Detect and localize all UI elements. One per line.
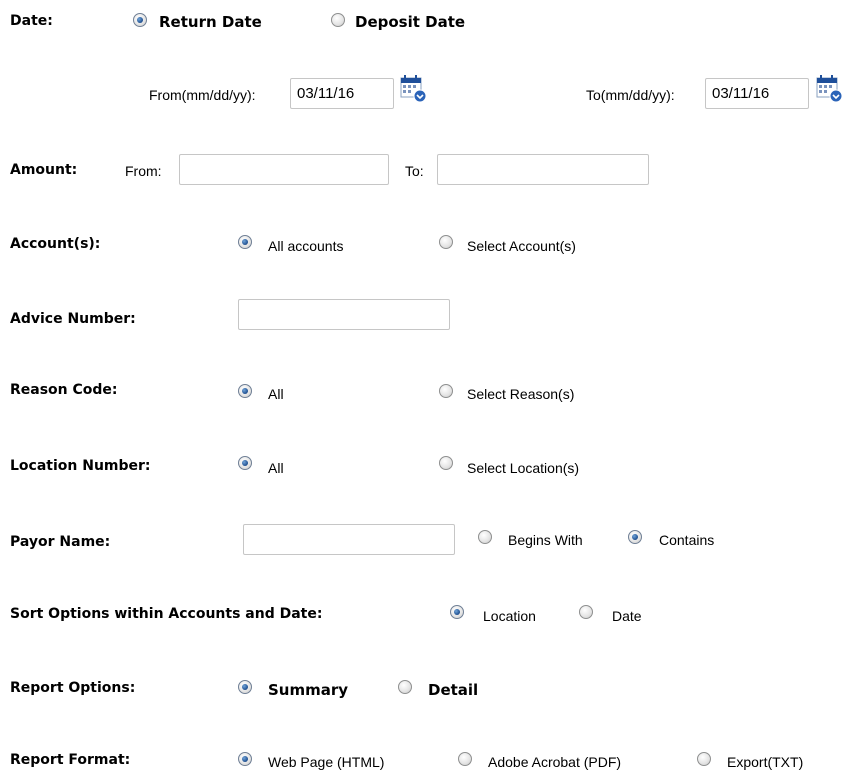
amount-from-label: From: — [125, 163, 162, 179]
contains-option-label[interactable]: Contains — [659, 531, 714, 549]
summary-option-label[interactable]: Summary — [268, 681, 348, 699]
select-accounts-radio[interactable] — [439, 235, 453, 249]
begins-with-option-label[interactable]: Begins With — [508, 531, 583, 549]
export-txt-option-label[interactable]: Export(TXT) — [727, 753, 803, 771]
report-options-label: Report Options: — [10, 680, 136, 696]
export-txt-radio[interactable] — [697, 752, 711, 766]
accounts-label: Account(s): — [10, 236, 101, 252]
sort-options-label: Sort Options within Accounts and Date: — [10, 606, 323, 622]
reason-all-option-label[interactable]: All — [268, 385, 284, 403]
adobe-pdf-radio[interactable] — [458, 752, 472, 766]
select-accounts-option-label[interactable]: Select Account(s) — [467, 237, 576, 255]
amount-to-label: To: — [405, 163, 424, 179]
location-number-label: Location Number: — [10, 458, 151, 474]
amount-from-input[interactable] — [179, 154, 389, 185]
return-date-radio[interactable] — [133, 13, 147, 27]
web-page-html-option-label[interactable]: Web Page (HTML) — [268, 753, 384, 771]
select-locations-option-label[interactable]: Select Location(s) — [467, 459, 579, 477]
select-reasons-radio[interactable] — [439, 384, 453, 398]
location-all-option-label[interactable]: All — [268, 459, 284, 477]
payor-name-label: Payor Name: — [10, 534, 111, 550]
calendar-icon[interactable] — [815, 74, 843, 104]
amount-label: Amount: — [10, 162, 78, 178]
sort-location-option-label[interactable]: Location — [483, 607, 536, 625]
date-from-input[interactable] — [290, 78, 394, 109]
payor-name-input[interactable] — [243, 524, 455, 555]
deposit-date-option-label[interactable]: Deposit Date — [355, 13, 465, 31]
advice-number-label: Advice Number: — [10, 311, 136, 327]
select-reasons-option-label[interactable]: Select Reason(s) — [467, 385, 574, 403]
detail-radio[interactable] — [398, 680, 412, 694]
date-label: Date: — [10, 13, 53, 29]
sort-date-radio[interactable] — [579, 605, 593, 619]
report-format-label: Report Format: — [10, 752, 131, 768]
summary-radio[interactable] — [238, 680, 252, 694]
location-all-radio[interactable] — [238, 456, 252, 470]
sort-date-option-label[interactable]: Date — [612, 607, 642, 625]
detail-option-label[interactable]: Detail — [428, 681, 478, 699]
all-accounts-option-label[interactable]: All accounts — [268, 237, 343, 255]
sort-location-radio[interactable] — [450, 605, 464, 619]
advice-number-input[interactable] — [238, 299, 450, 330]
deposit-date-radio[interactable] — [331, 13, 345, 27]
reason-all-radio[interactable] — [238, 384, 252, 398]
web-page-html-radio[interactable] — [238, 752, 252, 766]
date-from-label: From(mm/dd/yy): — [149, 87, 256, 103]
all-accounts-radio[interactable] — [238, 235, 252, 249]
begins-with-radio[interactable] — [478, 530, 492, 544]
calendar-icon[interactable] — [399, 74, 427, 104]
contains-radio[interactable] — [628, 530, 642, 544]
date-to-label: To(mm/dd/yy): — [586, 87, 675, 103]
adobe-pdf-option-label[interactable]: Adobe Acrobat (PDF) — [488, 753, 621, 771]
date-to-input[interactable] — [705, 78, 809, 109]
reason-code-label: Reason Code: — [10, 382, 118, 398]
return-date-option-label[interactable]: Return Date — [159, 13, 262, 31]
amount-to-input[interactable] — [437, 154, 649, 185]
select-locations-radio[interactable] — [439, 456, 453, 470]
